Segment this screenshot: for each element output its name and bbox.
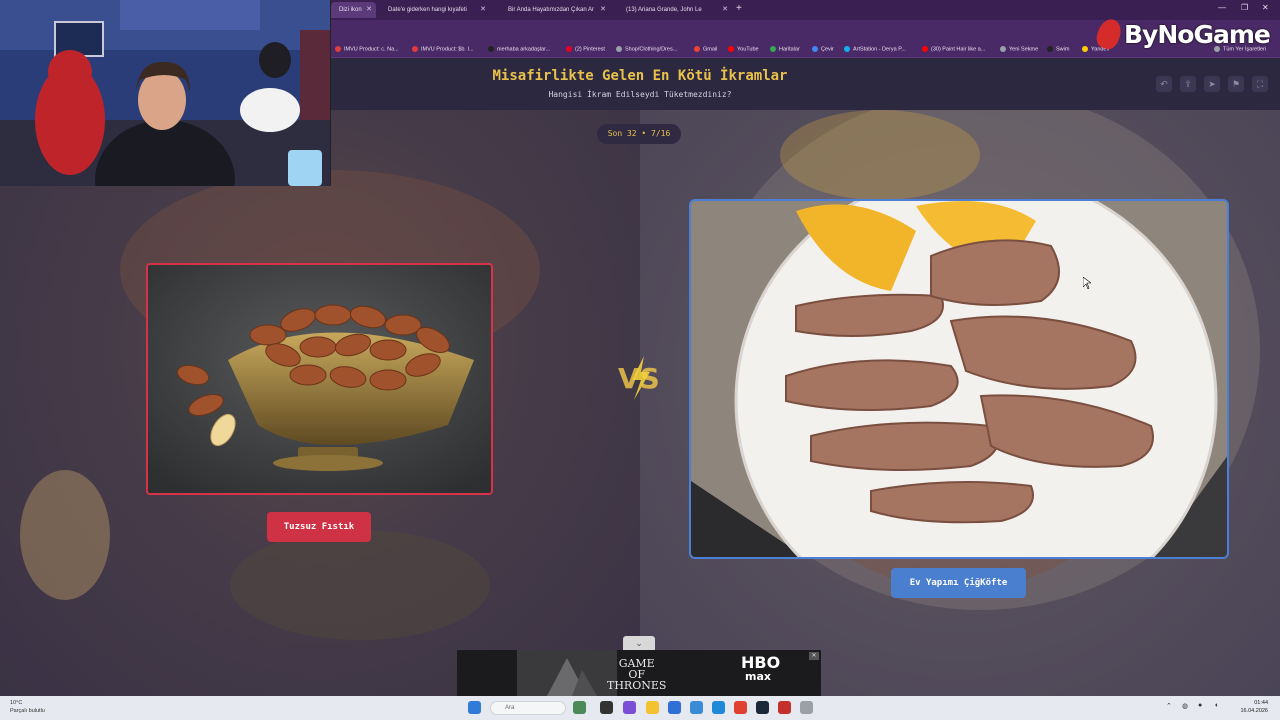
bookmark-icon: [335, 46, 341, 52]
tab-label: Bir Anda Hayatımızdan Çıkan Ar: [508, 7, 595, 13]
tab-label: Date'e giderken hangi kıyafeti: [388, 7, 467, 13]
bookmark[interactable]: Swim: [1047, 46, 1069, 52]
bookmark-icon: [616, 46, 622, 52]
bookmark[interactable]: IMVU Product: $b. I...: [412, 46, 474, 52]
ad-close-icon[interactable]: ✕: [809, 652, 819, 660]
taskbar-clock[interactable]: 01:44 16.04.2026: [1240, 699, 1268, 715]
app-icon[interactable]: [778, 701, 791, 714]
streamer-webcam: [0, 0, 330, 186]
bookmark-icon: [1047, 46, 1053, 52]
tab[interactable]: Bir Anda Hayatımızdan Çıkan Ar ✕: [500, 2, 610, 18]
store-icon[interactable]: [668, 701, 681, 714]
option-left-card[interactable]: [146, 263, 493, 495]
new-tab-icon[interactable]: +: [736, 3, 742, 14]
clock-time: 01:44: [1254, 700, 1268, 706]
app-icon[interactable]: [800, 701, 813, 714]
maximize-icon[interactable]: ❐: [1241, 3, 1248, 12]
option-left-button[interactable]: Tuzsuz Fıstık: [267, 512, 371, 542]
vs-emblem: VS: [618, 356, 660, 400]
flame-icon: [1093, 16, 1125, 52]
bookmark[interactable]: Shop/Clothing/Dres...: [616, 46, 677, 52]
bookmark[interactable]: (30) Paint Hair like a...: [922, 46, 985, 52]
start-icon[interactable]: [468, 701, 481, 714]
screen: Dizi ikon ✕ Date'e giderken hangi kıyafet…: [0, 0, 1280, 720]
tab[interactable]: Date'e giderken hangi kıyafeti ✕: [380, 2, 490, 18]
bookmark-icon: [488, 46, 494, 52]
round-indicator: Son 32 • 7/16: [597, 124, 681, 144]
tab-label: Dizi ikon: [339, 7, 362, 13]
bookmark[interactable]: Yeni Sekme: [1000, 46, 1038, 52]
bookmark[interactable]: YouTube: [728, 46, 759, 52]
close-window-icon[interactable]: ✕: [1262, 3, 1269, 12]
blur-shape: [20, 470, 110, 600]
close-icon[interactable]: ✕: [722, 2, 728, 18]
ad-collapse-chevron-icon[interactable]: ⌄: [623, 636, 655, 650]
bookmark-icon: [922, 46, 928, 52]
tab-label: (13) Ariana Grande, John Le: [626, 7, 702, 13]
steam-icon[interactable]: [756, 701, 769, 714]
bookmark[interactable]: Haritalar: [770, 46, 800, 52]
bookmark-icon: [728, 46, 734, 52]
bookmark[interactable]: IMVU Product: c. Na...: [335, 46, 399, 52]
bookmark[interactable]: merhaba arkadaşlar...: [488, 46, 550, 52]
bookmark-icon: [1082, 46, 1088, 52]
undo-icon[interactable]: ↶: [1156, 76, 1172, 92]
bookmark[interactable]: (2) Pinterest: [566, 46, 605, 52]
edge-icon[interactable]: [712, 701, 725, 714]
minimize-icon[interactable]: —: [1218, 3, 1226, 12]
tab[interactable]: (13) Ariana Grande, John Le ✕: [618, 2, 732, 18]
brand-logo: ByNoGame: [1093, 16, 1271, 52]
option-right-button[interactable]: Ev Yapımı ÇiğKöfte: [891, 568, 1026, 598]
taskbar-search[interactable]: Ara: [490, 701, 566, 715]
webcam-overlay: [0, 0, 331, 186]
task-view-icon[interactable]: [600, 701, 613, 714]
cursor-icon: [1083, 277, 1091, 289]
ad-hbo-logo: HBO: [741, 653, 781, 672]
brand-text: ByNoGame: [1124, 19, 1271, 49]
tray-chevron-icon[interactable]: ⌃: [1166, 702, 1172, 710]
chrome-icon[interactable]: [734, 701, 747, 714]
send-icon[interactable]: ➤: [1204, 76, 1220, 92]
bookmark-icon: [770, 46, 776, 52]
fullscreen-icon[interactable]: ⛶: [1252, 76, 1268, 92]
copilot-icon[interactable]: [623, 701, 636, 714]
bookmark-icon: [1000, 46, 1006, 52]
tab-active[interactable]: Dizi ikon ✕: [331, 2, 376, 18]
bookmark[interactable]: ArtStation - Derya P...: [844, 46, 906, 52]
file-explorer-icon[interactable]: [646, 701, 659, 714]
volume-icon[interactable]: ◖: [1214, 702, 1218, 709]
bookmark-icon: [566, 46, 572, 52]
share-icon[interactable]: ⇪: [1180, 76, 1196, 92]
network-icon[interactable]: ◍: [1182, 702, 1188, 710]
blur-shape: [230, 530, 490, 640]
weather-widget[interactable]: 10°C Parçalı bulutlu: [10, 699, 45, 715]
app-icon[interactable]: [690, 701, 703, 714]
bookmark-icon: [812, 46, 818, 52]
cigkofte-image: [691, 201, 1227, 557]
peanuts-image: [148, 265, 491, 493]
ad-title: GAME OF THRONES: [607, 657, 667, 692]
bookmark[interactable]: Gmail: [694, 46, 717, 52]
microphone-icon[interactable]: ●: [1198, 702, 1202, 709]
option-right-card[interactable]: [689, 199, 1229, 559]
flag-icon[interactable]: ⚑: [1228, 76, 1244, 92]
blur-shape: [780, 110, 980, 200]
bookmark-icon: [844, 46, 850, 52]
ad-max-logo: max: [745, 670, 771, 683]
close-icon[interactable]: ✕: [480, 2, 486, 18]
widgets-icon[interactable]: [573, 701, 586, 714]
bookmark[interactable]: Çevir: [812, 46, 834, 52]
weather-temp: 10°C: [10, 700, 23, 706]
bookmark-icon: [694, 46, 700, 52]
close-icon[interactable]: ✕: [600, 2, 606, 18]
weather-desc: Parçalı bulutlu: [10, 708, 45, 714]
clock-date: 16.04.2026: [1240, 708, 1268, 714]
bookmark-icon: [412, 46, 418, 52]
windows-taskbar: 10°C Parçalı bulutlu Ara ⌃ ◍ ● ◖ 01:44 1…: [0, 696, 1280, 720]
ad-banner[interactable]: GAME OF THRONES HBO max ✕: [457, 650, 821, 696]
close-icon[interactable]: ✕: [366, 2, 372, 18]
